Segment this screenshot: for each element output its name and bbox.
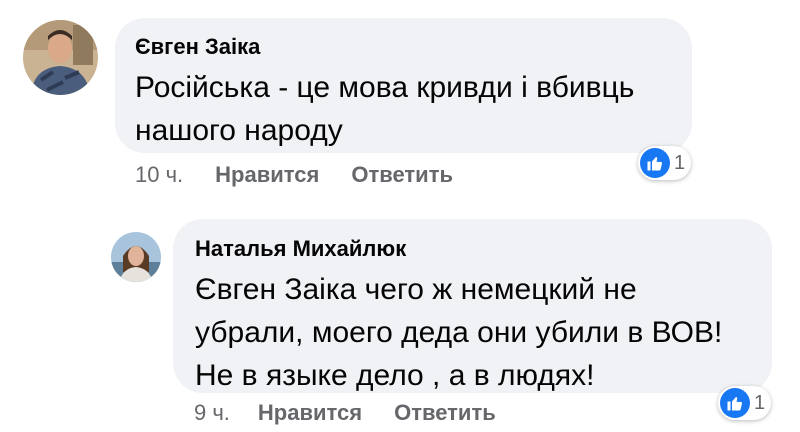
comment-actions: 9 ч. Нравится Ответить <box>194 398 496 428</box>
avatar[interactable] <box>111 232 161 282</box>
comment-bubble: Наталья Михайлюк Євген Заіка чего ж неме… <box>173 219 772 393</box>
comment-text-line: Не в языке дело , а в людях! <box>195 359 595 392</box>
comment-text-line: нашого народу <box>135 114 343 147</box>
reply-button[interactable]: Ответить <box>394 400 496 426</box>
comment-text: Євген Заіка чего ж немецкий не убрали, м… <box>195 268 772 397</box>
reaction-badge[interactable]: 1 <box>638 146 692 180</box>
comment-text-line: Російська - це мова кривди і вбивць <box>135 71 635 104</box>
comment-bubble: Євген Заіка Російська - це мова кривди і… <box>115 18 692 153</box>
thumbs-up-icon <box>720 388 750 418</box>
comment-timestamp[interactable]: 10 ч. <box>135 162 183 188</box>
comment-text-line: убрали, моего деда они убили в ВОВ! <box>195 316 723 349</box>
comment-text-line: Євген Заіка чего ж немецкий не <box>195 273 637 306</box>
thumbs-up-icon <box>640 148 670 178</box>
avatar[interactable] <box>23 20 98 95</box>
comment-timestamp[interactable]: 9 ч. <box>194 400 230 426</box>
comment-author[interactable]: Євген Заіка <box>135 34 692 60</box>
like-button[interactable]: Нравится <box>215 162 319 188</box>
reaction-count: 1 <box>754 391 766 414</box>
comment-author[interactable]: Наталья Михайлюк <box>195 236 772 262</box>
user-photo-icon <box>111 232 161 282</box>
comment-text: Російська - це мова кривди і вбивць нашо… <box>135 66 692 152</box>
comment-actions: 10 ч. Нравится Ответить <box>135 160 453 190</box>
reaction-badge[interactable]: 1 <box>718 386 772 420</box>
user-photo-icon <box>23 20 98 95</box>
like-button[interactable]: Нравится <box>258 400 362 426</box>
reply-button[interactable]: Ответить <box>351 162 453 188</box>
reaction-count: 1 <box>674 151 686 174</box>
